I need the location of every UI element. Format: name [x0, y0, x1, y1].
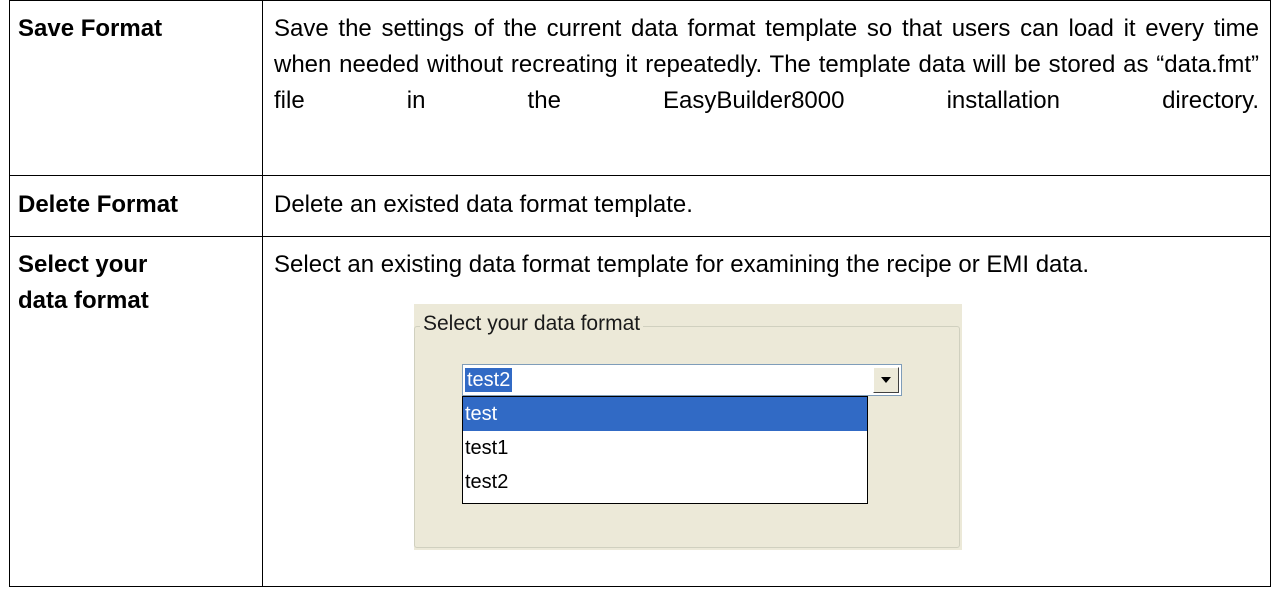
list-item-test2[interactable]: test2 [463, 465, 867, 499]
data-format-combobox[interactable]: test2 [462, 364, 902, 396]
data-format-dialog-screenshot: Select your data format test2 test test1… [414, 304, 962, 550]
term-cell: Save Format [9, 0, 263, 176]
term-cell: Select your data format [9, 236, 263, 587]
dropdown-list: test test1 test2 [462, 396, 868, 504]
term-line-1: Select your [18, 251, 148, 278]
description-cell: Save the settings of the current data fo… [262, 0, 1271, 176]
chevron-down-icon [881, 377, 891, 383]
description-cell: Delete an existed data format template. [262, 175, 1271, 237]
term-line-2: data format [18, 287, 149, 314]
dropdown-button[interactable] [873, 367, 899, 393]
combobox-selected-value: test2 [465, 368, 513, 392]
definition-table: Save Format Save the settings of the cur… [9, 0, 1271, 587]
term-cell: Delete Format [9, 175, 263, 237]
list-item-test[interactable]: test [463, 397, 867, 431]
description-select-data-format: Select an existing data format template … [274, 251, 1090, 278]
table-row-delete-format: Delete Format Delete an existed data for… [9, 175, 1271, 237]
term-delete-format: Delete Format [18, 191, 179, 218]
term-select-data-format: Select your data format [11, 238, 261, 319]
table-row-save-format: Save Format Save the settings of the cur… [9, 0, 1271, 176]
group-label: Select your data format [420, 312, 644, 336]
table-row-select-data-format: Select your data format Select an existi… [9, 236, 1271, 587]
list-item-test1[interactable]: test1 [463, 431, 867, 465]
description-cell: Select an existing data format template … [262, 236, 1271, 587]
description-delete-format: Delete an existed data format template. [274, 191, 693, 218]
term-save-format: Save Format [18, 15, 163, 42]
description-save-format: Save the settings of the current data fo… [274, 15, 1259, 114]
